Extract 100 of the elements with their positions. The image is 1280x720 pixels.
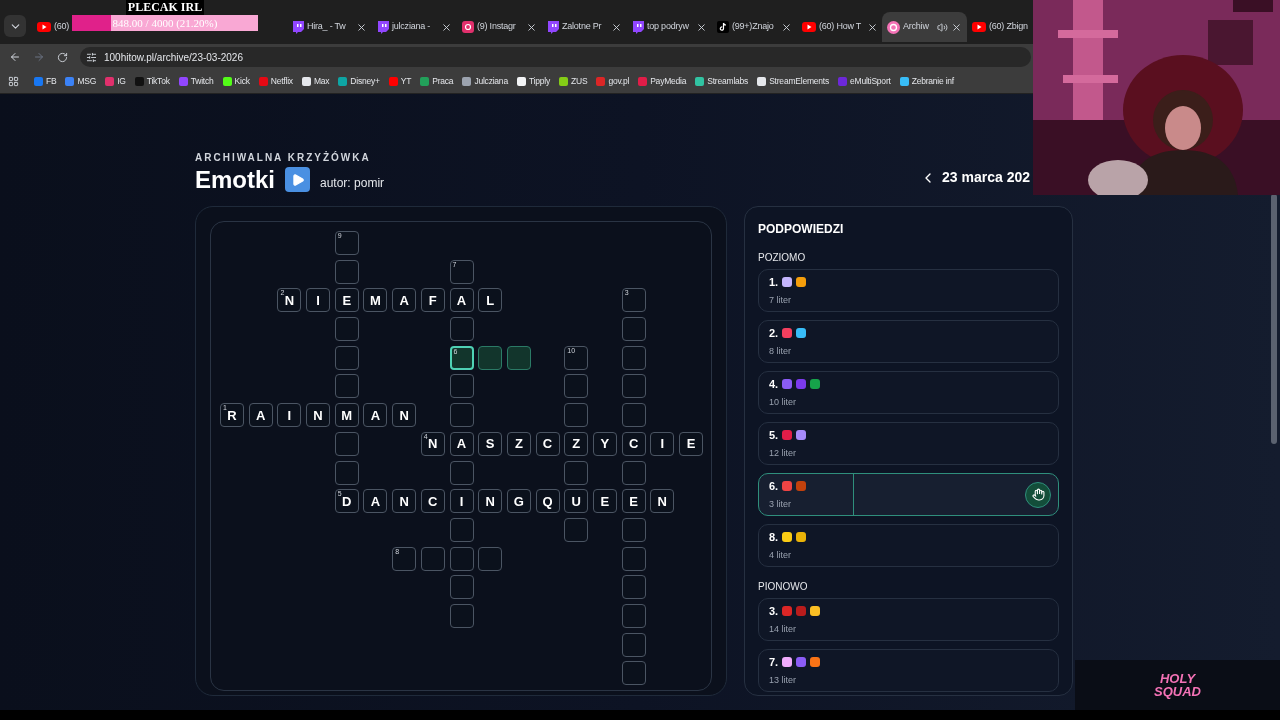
- submit-button[interactable]: [1025, 481, 1051, 508]
- clue-card[interactable]: 3. 14 liter: [758, 598, 1059, 641]
- bookmark[interactable]: MSG: [65, 75, 97, 88]
- browser-tab[interactable]: (9) Instagr: [457, 12, 542, 42]
- bookmark[interactable]: eMultiSport: [838, 75, 891, 88]
- clue-card[interactable]: 4. 10 liter: [758, 371, 1059, 414]
- browser-tab[interactable]: Zalotne Pr: [542, 12, 627, 42]
- browser-tab[interactable]: Archiw: [882, 12, 967, 42]
- crossword-cell[interactable]: A: [392, 288, 417, 313]
- crossword-cell[interactable]: [334, 317, 359, 342]
- crossword-cell[interactable]: [334, 460, 359, 485]
- crossword-cell[interactable]: [621, 575, 646, 600]
- bookmark[interactable]: YT: [388, 75, 412, 88]
- clue-card[interactable]: 7. 13 liter: [758, 649, 1059, 692]
- crossword-cell[interactable]: E: [621, 489, 646, 514]
- crossword-cell[interactable]: C: [621, 431, 646, 456]
- browser-tab[interactable]: (60): [32, 12, 68, 42]
- crossword-cell[interactable]: Q: [535, 489, 560, 514]
- crossword-cell[interactable]: S: [478, 431, 503, 456]
- crossword-cell[interactable]: [478, 345, 503, 370]
- bookmark[interactable]: TikTok: [134, 75, 170, 88]
- bookmark[interactable]: Streamlabs: [695, 75, 749, 88]
- crossword-cell[interactable]: [449, 517, 474, 542]
- clue-card[interactable]: 2. 8 liter: [758, 320, 1059, 363]
- bookmark[interactable]: IG: [105, 75, 126, 88]
- browser-tab[interactable]: (60) How T: [797, 12, 882, 42]
- crossword-cell[interactable]: [564, 374, 589, 399]
- close-icon[interactable]: [611, 21, 622, 33]
- back-icon[interactable]: [9, 51, 21, 63]
- crossword-cell[interactable]: G: [506, 489, 531, 514]
- crossword-cell[interactable]: I: [449, 489, 474, 514]
- crossword-cell[interactable]: [478, 546, 503, 571]
- clue-card[interactable]: 6. 3 liter: [758, 473, 1059, 516]
- scrollbar-thumb[interactable]: [1271, 194, 1277, 444]
- crossword-cell[interactable]: [621, 460, 646, 485]
- crossword-cell[interactable]: [334, 345, 359, 370]
- browser-tab[interactable]: Hira_ - Tw: [287, 12, 372, 42]
- crossword-cell[interactable]: Z: [564, 431, 589, 456]
- crossword-cell[interactable]: L: [478, 288, 503, 313]
- apps-icon[interactable]: [8, 76, 19, 87]
- crossword-cell[interactable]: [621, 603, 646, 628]
- crossword-cell[interactable]: [449, 546, 474, 571]
- crossword-cell[interactable]: [506, 345, 531, 370]
- browser-tab[interactable]: julcziana -: [372, 12, 457, 42]
- crossword-cell[interactable]: [564, 517, 589, 542]
- crossword-cell[interactable]: A: [449, 288, 474, 313]
- crossword-cell[interactable]: [449, 403, 474, 428]
- bookmark[interactable]: StreamElements: [757, 75, 829, 88]
- crossword-cell[interactable]: M: [363, 288, 388, 313]
- crossword-cell[interactable]: E: [592, 489, 617, 514]
- crossword-cell[interactable]: [564, 403, 589, 428]
- tab-list-button[interactable]: [4, 15, 26, 37]
- bookmark[interactable]: Zebranie inf: [899, 75, 954, 88]
- browser-tab[interactable]: (60) Zbign: [967, 12, 1029, 42]
- forward-icon[interactable]: [33, 51, 45, 63]
- close-icon[interactable]: [781, 21, 792, 33]
- crossword-cell[interactable]: [621, 661, 646, 686]
- crossword-cell[interactable]: M: [334, 403, 359, 428]
- crossword-cell[interactable]: C: [420, 489, 445, 514]
- bookmark[interactable]: ZUS: [559, 75, 588, 88]
- crossword-cell[interactable]: [449, 317, 474, 342]
- bookmark[interactable]: PayMedia: [638, 75, 687, 88]
- crossword-cell[interactable]: [621, 345, 646, 370]
- crossword-cell[interactable]: [449, 575, 474, 600]
- crossword-cell[interactable]: [334, 259, 359, 284]
- crossword-cell[interactable]: [621, 546, 646, 571]
- bookmark[interactable]: Praca: [420, 75, 454, 88]
- crossword-cell[interactable]: E: [334, 288, 359, 313]
- crossword-cell[interactable]: [621, 632, 646, 657]
- crossword-cell[interactable]: N: [478, 489, 503, 514]
- crossword-cell[interactable]: I: [277, 403, 302, 428]
- bookmark[interactable]: Twitch: [178, 75, 214, 88]
- crossword-cell[interactable]: [621, 403, 646, 428]
- close-icon[interactable]: [696, 21, 707, 33]
- crossword-cell[interactable]: N: [650, 489, 675, 514]
- crossword-cell[interactable]: A: [363, 403, 388, 428]
- crossword-cell[interactable]: F: [420, 288, 445, 313]
- bookmark[interactable]: Netflix: [258, 75, 293, 88]
- clue-card[interactable]: 1. 7 liter: [758, 269, 1059, 312]
- crossword-cell[interactable]: [449, 460, 474, 485]
- crossword-cell[interactable]: I: [650, 431, 675, 456]
- clue-card[interactable]: 5. 12 liter: [758, 422, 1059, 465]
- crossword-cell[interactable]: [334, 431, 359, 456]
- crossword-cell[interactable]: N: [306, 403, 331, 428]
- close-icon[interactable]: [441, 21, 452, 33]
- bookmark[interactable]: gov.pl: [596, 75, 630, 88]
- crossword-cell[interactable]: [420, 546, 445, 571]
- crossword-cell[interactable]: [564, 460, 589, 485]
- crossword-cell[interactable]: N: [392, 489, 417, 514]
- crossword-cell[interactable]: A: [248, 403, 273, 428]
- close-icon[interactable]: [951, 21, 962, 33]
- reload-icon[interactable]: [57, 51, 68, 63]
- crossword-cell[interactable]: [621, 374, 646, 399]
- crossword-cell[interactable]: N: [392, 403, 417, 428]
- browser-tab[interactable]: top podryw: [627, 12, 712, 42]
- crossword-cell[interactable]: U: [564, 489, 589, 514]
- crossword-cell[interactable]: [449, 374, 474, 399]
- address-field[interactable]: 100hitow.pl/archive/23-03-2026: [80, 47, 1031, 67]
- browser-tab[interactable]: (99+)Znajo: [712, 12, 797, 42]
- crossword-cell[interactable]: Z: [506, 431, 531, 456]
